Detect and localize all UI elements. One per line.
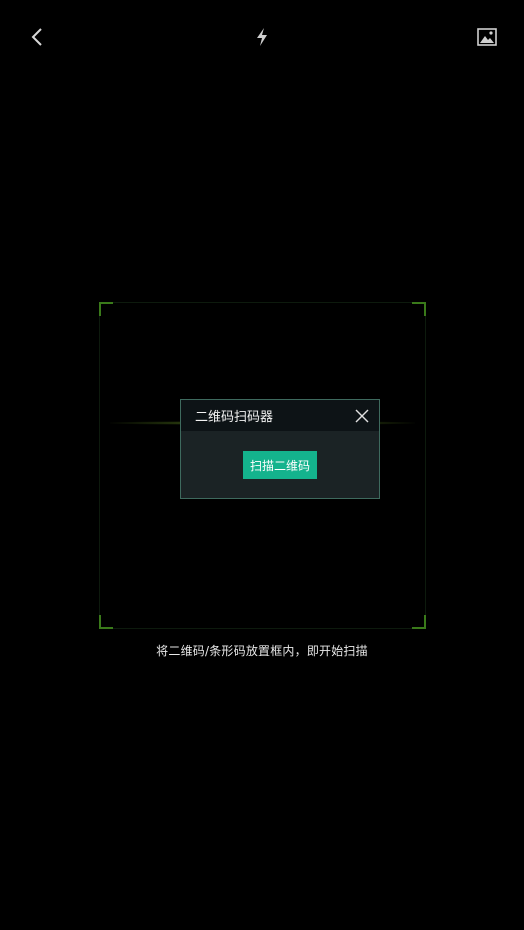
close-icon — [355, 409, 369, 422]
flash-button[interactable] — [247, 22, 277, 52]
dialog-body: 扫描二维码 — [181, 431, 379, 479]
image-gallery-icon — [477, 28, 497, 46]
gallery-button[interactable] — [472, 22, 502, 52]
frame-corner-top-right — [412, 302, 426, 316]
flash-icon — [257, 28, 267, 46]
frame-corner-top-left — [99, 302, 113, 316]
dialog-title: 二维码扫码器 — [195, 410, 274, 425]
chevron-left-icon — [31, 28, 42, 46]
frame-corner-bottom-right — [412, 615, 426, 629]
dialog-close-button[interactable] — [353, 407, 371, 425]
scan-qr-button[interactable]: 扫描二维码 — [242, 451, 317, 479]
scan-hint: 将二维码/条形码放置框内，即开始扫描 — [156, 644, 368, 658]
scanner-dialog: 二维码扫码器 扫描二维码 — [180, 399, 380, 499]
frame-corner-bottom-left — [99, 615, 113, 629]
dialog-header: 二维码扫码器 — [181, 400, 379, 431]
back-button[interactable] — [22, 22, 52, 52]
